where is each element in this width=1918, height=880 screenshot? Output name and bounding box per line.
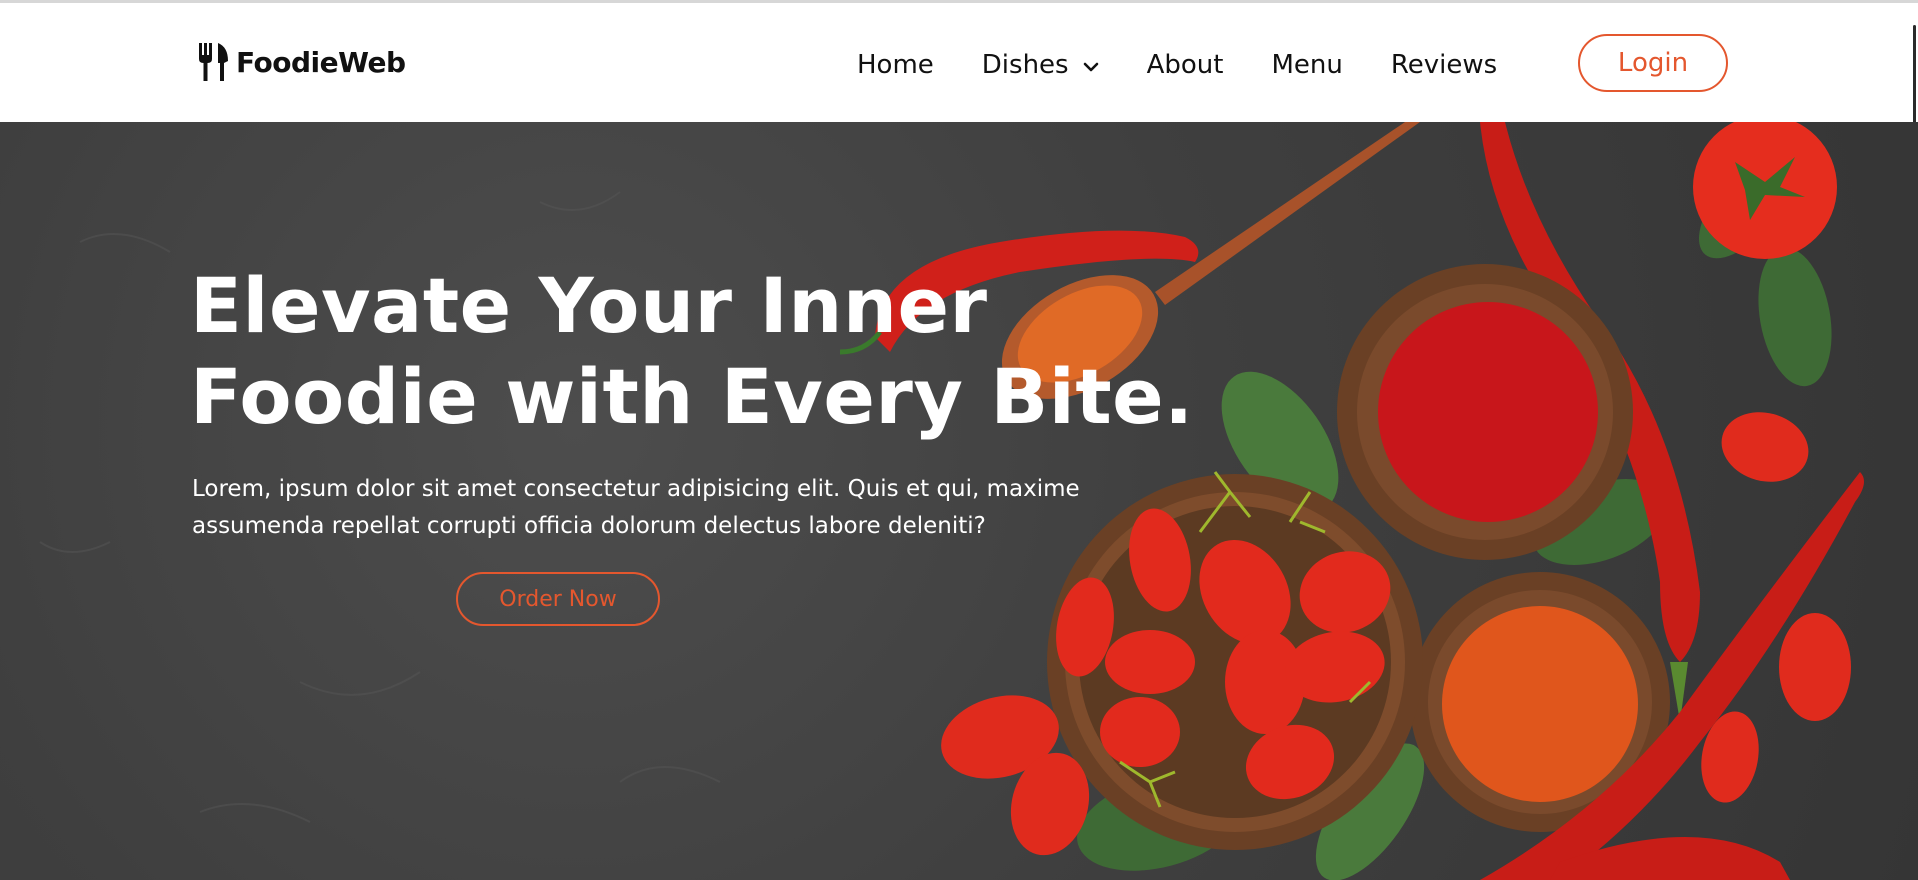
chevron-down-icon bbox=[1083, 50, 1099, 80]
order-now-button[interactable]: Order Now bbox=[456, 572, 660, 626]
nav-item-menu[interactable]: Menu bbox=[1271, 50, 1342, 80]
nav-label-home: Home bbox=[857, 50, 934, 80]
hero-section: Elevate Your Inner Foodie with Every Bit… bbox=[0, 122, 1918, 880]
scrollbar-thumb[interactable] bbox=[1913, 25, 1916, 125]
hero-title-line-1: Elevate Your Inner bbox=[190, 261, 988, 350]
hero-description: Lorem, ipsum dolor sit amet consectetur … bbox=[192, 476, 1080, 539]
nav-item-about[interactable]: About bbox=[1147, 50, 1224, 80]
hero-title: Elevate Your Inner Foodie with Every Bit… bbox=[190, 260, 1194, 442]
main-nav: Home Dishes About Menu Reviews bbox=[857, 35, 1545, 95]
login-button[interactable]: Login bbox=[1578, 34, 1728, 92]
nav-item-home[interactable]: Home bbox=[857, 50, 934, 80]
nav-item-dishes[interactable]: Dishes bbox=[982, 50, 1099, 80]
nav-label-dishes: Dishes bbox=[981, 50, 1069, 80]
nav-label-menu: Menu bbox=[1271, 50, 1343, 80]
brand-name: FoodieWeb bbox=[236, 45, 406, 79]
hero-title-line-2: Foodie with Every Bite. bbox=[190, 352, 1194, 441]
nav-item-reviews[interactable]: Reviews bbox=[1391, 50, 1497, 80]
fork-knife-icon bbox=[198, 43, 230, 81]
nav-label-about: About bbox=[1146, 50, 1224, 80]
navbar: FoodieWeb Home Dishes About Menu Reviews… bbox=[0, 3, 1918, 125]
nav-label-reviews: Reviews bbox=[1390, 50, 1498, 80]
brand-logo[interactable]: FoodieWeb bbox=[198, 43, 406, 81]
